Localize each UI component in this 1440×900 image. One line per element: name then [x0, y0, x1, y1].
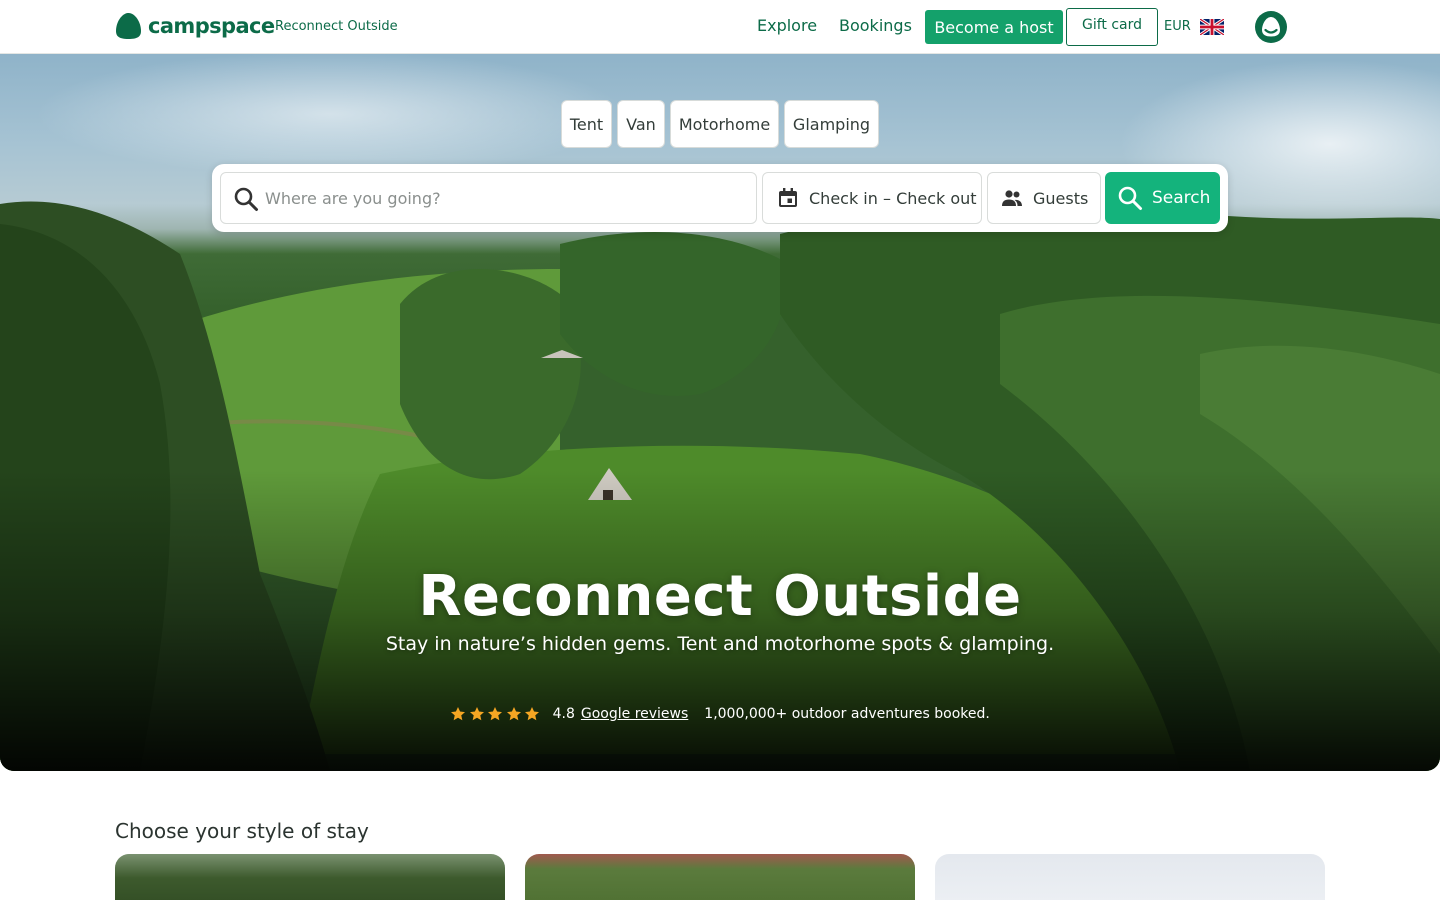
stay-style-card[interactable] [115, 854, 505, 900]
star-icon [469, 707, 484, 721]
nav-explore-link[interactable]: Explore [757, 16, 817, 35]
date-range-label: Check in – Check out [809, 188, 977, 208]
user-avatar-icon [1262, 17, 1280, 37]
stay-type-tent[interactable]: Tent [561, 100, 612, 148]
search-button-label: Search [1152, 188, 1211, 208]
brand-tagline: Reconnect Outside [275, 19, 398, 34]
destination-field[interactable] [220, 172, 757, 224]
hero-subtitle: Stay in nature’s hidden gems. Tent and m… [385, 633, 1055, 655]
rating-stars [450, 706, 543, 722]
stay-style-card[interactable] [935, 854, 1325, 900]
top-navigation-bar: campspace Reconnect Outside Explore Book… [0, 0, 1440, 54]
date-range-picker[interactable]: Check in – Check out [762, 172, 982, 224]
rating-value: 4.8 [552, 706, 575, 722]
stay-style-section-title: Choose your style of stay [115, 819, 369, 843]
search-bar: Check in – Check out Guests Search [212, 164, 1228, 232]
star-icon [506, 707, 521, 721]
campspace-logo-icon [116, 13, 141, 39]
hero-gradient-overlay [0, 54, 1440, 771]
hero-banner: Tent Van Motorhome Glamping Check in – C… [0, 54, 1440, 771]
star-icon [488, 707, 503, 721]
google-reviews-link[interactable]: Google reviews [581, 706, 688, 722]
gift-card-button[interactable]: Gift card [1066, 8, 1158, 46]
hero-title: Reconnect Outside [418, 564, 1022, 629]
guests-selector[interactable]: Guests [987, 172, 1101, 224]
uk-flag-icon[interactable] [1200, 19, 1224, 35]
brand-name: campspace [148, 14, 275, 38]
currency-selector[interactable]: EUR [1164, 19, 1191, 34]
stay-type-selector: Tent Van Motorhome Glamping [0, 100, 1440, 148]
destination-input[interactable] [265, 173, 745, 223]
become-a-host-button[interactable]: Become a host [925, 10, 1063, 44]
star-icon [525, 707, 540, 721]
rating-summary: 4.8 Google reviews 1,000,000+ outdoor ad… [0, 706, 1440, 722]
stay-style-card[interactable] [525, 854, 915, 900]
stay-type-van[interactable]: Van [617, 100, 665, 148]
calendar-icon [779, 188, 797, 207]
user-avatar-button[interactable] [1255, 11, 1287, 43]
star-icon [451, 707, 466, 721]
guests-icon [1002, 190, 1022, 206]
search-button[interactable]: Search [1105, 172, 1220, 224]
nav-bookings-link[interactable]: Bookings [839, 16, 912, 35]
stay-type-glamping[interactable]: Glamping [784, 100, 879, 148]
search-icon [234, 187, 258, 211]
search-icon [1118, 186, 1142, 210]
bookings-count-text: 1,000,000+ outdoor adventures booked. [704, 706, 990, 722]
guests-label: Guests [1033, 188, 1089, 208]
stay-type-motorhome[interactable]: Motorhome [670, 100, 779, 148]
campspace-logo[interactable]: campspace [115, 12, 275, 40]
